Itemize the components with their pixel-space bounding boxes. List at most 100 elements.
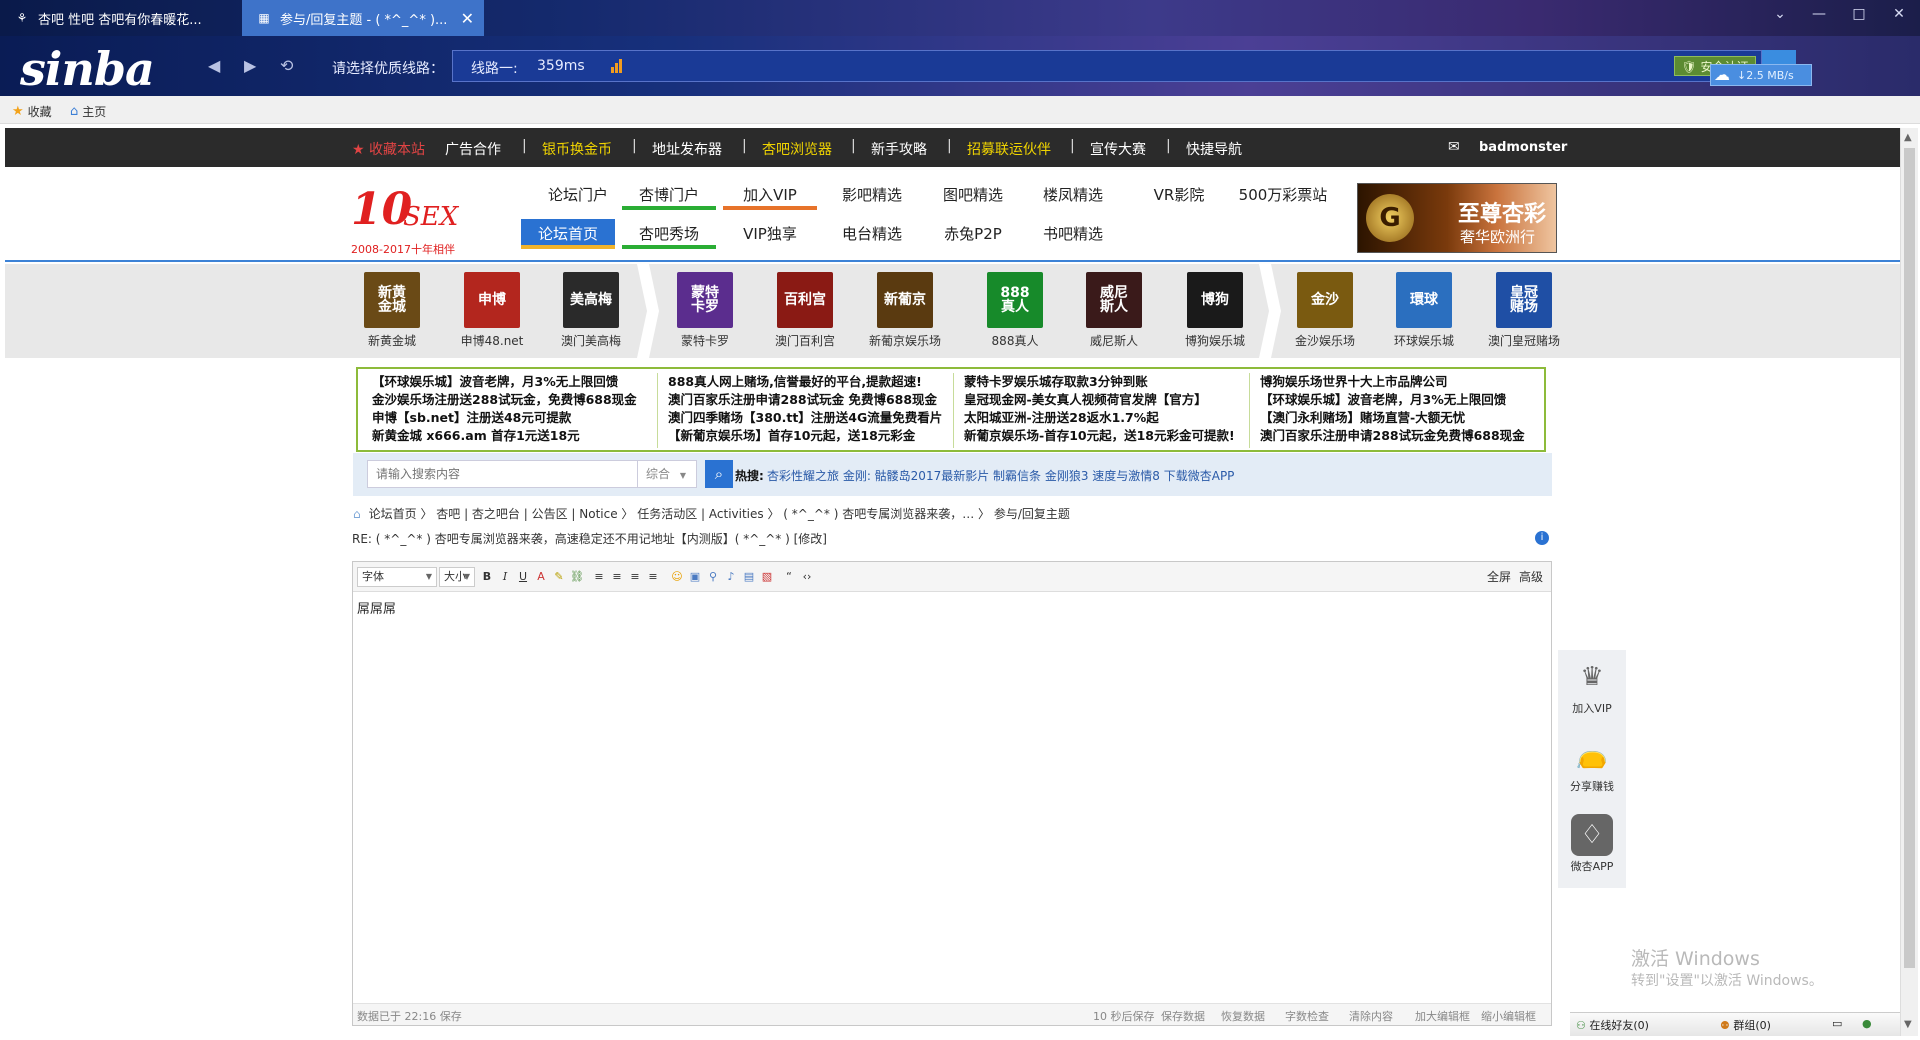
clear-content-link[interactable]: 清除内容	[1349, 1008, 1393, 1024]
minimize-icon[interactable]: —	[1804, 6, 1834, 22]
ad-link[interactable]: 【新葡京娱乐场】首存10元起，送18元彩金	[658, 427, 953, 445]
header-nav-xingba-show[interactable]: 杏吧秀场	[622, 219, 716, 249]
close-window-icon[interactable]: ✕	[1884, 6, 1914, 22]
site-logo[interactable]: 10 SEX 2008-2017十年相伴	[351, 184, 491, 256]
ad-link[interactable]: 澳门百家乐注册申请288试玩金免费博688现金	[1250, 427, 1546, 445]
align-left-icon[interactable]: ≡	[591, 569, 607, 585]
header-nav-vr-cinema[interactable]: VR影院	[1132, 180, 1226, 210]
partner-tile[interactable]: 皇冠 赌场 澳门皇冠赌场	[1479, 272, 1569, 349]
video-icon[interactable]: ▤	[741, 569, 757, 585]
ad-link[interactable]: 【环球娱乐城】波音老牌，月3%无上限回馈	[1250, 391, 1546, 409]
quote-icon[interactable]: “	[781, 569, 797, 585]
code-icon[interactable]: ‹›	[799, 569, 815, 585]
user-status-icon[interactable]: ●	[1862, 1017, 1872, 1030]
save-data-link[interactable]: 保存数据	[1161, 1008, 1205, 1024]
shrink-editor-link[interactable]: 缩小编辑框	[1481, 1008, 1536, 1024]
advanced-mode-button[interactable]: 高级	[1519, 568, 1543, 585]
link-icon[interactable]: ⛓	[569, 569, 585, 585]
partner-tile[interactable]: 新黄 金城 新黄金城	[347, 272, 437, 349]
align-justify-icon[interactable]: ≡	[645, 569, 661, 585]
side-join-vip[interactable]: ♛ 加入VIP	[1558, 656, 1626, 716]
forward-icon[interactable]: ▶	[244, 56, 256, 75]
reply-editor[interactable]: 字体 ▼ 大小 ▼ B I U A ✎ ⛓ ≡ ≡ ≡ ≡ ☺ ▣ ⚲ ♪ ▤ ▧ …	[352, 561, 1552, 1026]
ad-link[interactable]: 申博【sb.net】注册送48元可提款	[362, 409, 657, 427]
refresh-icon[interactable]: ⟲	[280, 56, 293, 75]
header-nav-lottery[interactable]: 500万彩票站	[1231, 180, 1335, 210]
page-scrollbar[interactable]: ▲ ▼	[1900, 128, 1918, 1036]
font-size-select[interactable]: 大小 ▼	[439, 567, 475, 587]
align-right-icon[interactable]: ≡	[627, 569, 643, 585]
image-icon[interactable]: ▣	[687, 569, 703, 585]
ad-link[interactable]: 太阳城亚洲-注册送28返水1.7%起	[954, 409, 1249, 427]
header-nav-vip-exclusive[interactable]: VIP独享	[723, 219, 817, 249]
groups-button[interactable]: ⚉ 群组(0)	[1720, 1017, 1771, 1033]
partner-tile[interactable]: 威尼 斯人 威尼斯人	[1069, 272, 1159, 349]
scroll-down-icon[interactable]: ▼	[1904, 1019, 1912, 1030]
maximize-icon[interactable]: □	[1844, 6, 1874, 22]
ad-link[interactable]: 蒙特卡罗娱乐城存取款3分钟到账	[954, 373, 1249, 391]
nav-quick-navigation[interactable]: 快捷导航	[1186, 139, 1242, 159]
ad-link[interactable]: 澳门四季赌场【380.tt】注册送4G流量免费看片	[658, 409, 953, 427]
header-nav-forum-home[interactable]: 论坛首页	[521, 219, 615, 249]
header-nav-image-select[interactable]: 图吧精选	[926, 180, 1020, 210]
search-input[interactable]	[367, 460, 639, 488]
header-nav-forum-portal[interactable]: 论坛门户	[531, 180, 625, 210]
header-nav-film-select[interactable]: 影吧精选	[825, 180, 919, 210]
breadcrumb-trail[interactable]: 论坛首页 〉 杏吧 | 杏之吧台 | 公告区 | Notice 〉 任务活动区 …	[369, 507, 1070, 521]
underline-icon[interactable]: U	[515, 569, 531, 585]
tab-list-icon[interactable]: ⌄	[1765, 6, 1795, 22]
bold-icon[interactable]: B	[479, 569, 495, 585]
side-share-earn[interactable]: 👝 分享赚钱	[1558, 734, 1626, 794]
nav-promo-contest[interactable]: 宣传大赛	[1090, 139, 1146, 159]
nav-bookmark-site[interactable]: ★ 收藏本站	[352, 139, 425, 159]
ad-link[interactable]: 皇冠现金网-美女真人视频荷官发牌【官方】	[954, 391, 1249, 409]
font-family-select[interactable]: 字体 ▼	[357, 567, 437, 587]
flash-icon[interactable]: ▧	[759, 569, 775, 585]
username-link[interactable]: badmonster	[1479, 140, 1567, 155]
favorites-item-home[interactable]: ⌂ 主页	[70, 103, 106, 120]
route-selector[interactable]: 线路一: 359ms	[452, 50, 1762, 82]
hot-search-links[interactable]: 杏彩性耀之旅 金刚: 骷髅岛2017最新影片 制霸信条 金刚狼3 速度与激情8 …	[767, 467, 1234, 484]
side-app-download[interactable]: ♢ 微杏APP	[1558, 814, 1626, 874]
italic-icon[interactable]: I	[497, 569, 513, 585]
ad-link[interactable]: 【澳门永利赌场】赌场直营-大额无忧	[1250, 409, 1546, 427]
online-friends-button[interactable]: ⚇ 在线好友(0)	[1576, 1017, 1649, 1033]
partner-tile[interactable]: 環球 环球娱乐城	[1379, 272, 1469, 349]
ad-link[interactable]: 金沙娱乐场注册送288试玩金，免费博688现金	[362, 391, 657, 409]
browser-tab-2-active[interactable]: ▦ 参与/回复主题 - ( *^_^* )... ✕	[242, 0, 484, 36]
ad-link[interactable]: 【环球娱乐城】波音老牌，月3%无上限回馈	[362, 373, 657, 391]
nav-ad-coop[interactable]: 广告合作	[445, 139, 501, 159]
search-type-select[interactable]: 综合 ▼	[637, 460, 697, 488]
partner-tile[interactable]: 金沙 金沙娱乐场	[1280, 272, 1370, 349]
header-nav-xingbo-portal[interactable]: 杏博门户	[622, 180, 716, 210]
partner-tile[interactable]: 博狗 博狗娱乐城	[1170, 272, 1260, 349]
ad-link[interactable]: 新黄金城 x666.am 首存1元送18元	[362, 427, 657, 445]
header-nav-join-vip[interactable]: 加入VIP	[723, 180, 817, 210]
fullscreen-button[interactable]: 全屏	[1487, 568, 1511, 585]
partner-tile[interactable]: 新葡京 新葡京娱乐场	[860, 272, 950, 349]
editor-text-area[interactable]: 屌屌屌	[357, 598, 396, 617]
home-icon[interactable]: ⌂	[353, 507, 361, 521]
highlight-icon[interactable]: ✎	[551, 569, 567, 585]
enlarge-editor-link[interactable]: 加大编辑框	[1415, 1008, 1470, 1024]
nav-recruit-partners[interactable]: 招募联运伙伴	[967, 139, 1051, 159]
ad-link[interactable]: 新葡京娱乐场-首存10元起，送18元彩金可提款!	[954, 427, 1249, 445]
attachment-icon[interactable]: ⚲	[705, 569, 721, 585]
nav-beginner-guide[interactable]: 新手攻略	[871, 139, 927, 159]
search-button[interactable]: ⌕	[705, 460, 733, 488]
header-nav-loufeng-select[interactable]: 楼凤精选	[1026, 180, 1120, 210]
header-nav-book-select[interactable]: 书吧精选	[1026, 219, 1120, 249]
font-color-icon[interactable]: A	[533, 569, 549, 585]
mail-icon[interactable]: ✉	[1448, 139, 1460, 155]
nav-browser[interactable]: 杏吧浏览器	[762, 139, 832, 159]
header-nav-radio-select[interactable]: 电台精选	[825, 219, 919, 249]
restore-data-link[interactable]: 恢复数据	[1221, 1008, 1265, 1024]
music-icon[interactable]: ♪	[723, 569, 739, 585]
emoji-icon[interactable]: ☺	[669, 569, 685, 585]
ad-link[interactable]: 博狗娱乐场世界十大上市品牌公司	[1250, 373, 1546, 391]
header-nav-p2p[interactable]: 赤兔P2P	[926, 219, 1020, 249]
align-center-icon[interactable]: ≡	[609, 569, 625, 585]
scrollbar-thumb[interactable]	[1904, 148, 1915, 968]
word-count-link[interactable]: 字数检查	[1285, 1008, 1329, 1024]
back-icon[interactable]: ◀	[208, 56, 220, 75]
